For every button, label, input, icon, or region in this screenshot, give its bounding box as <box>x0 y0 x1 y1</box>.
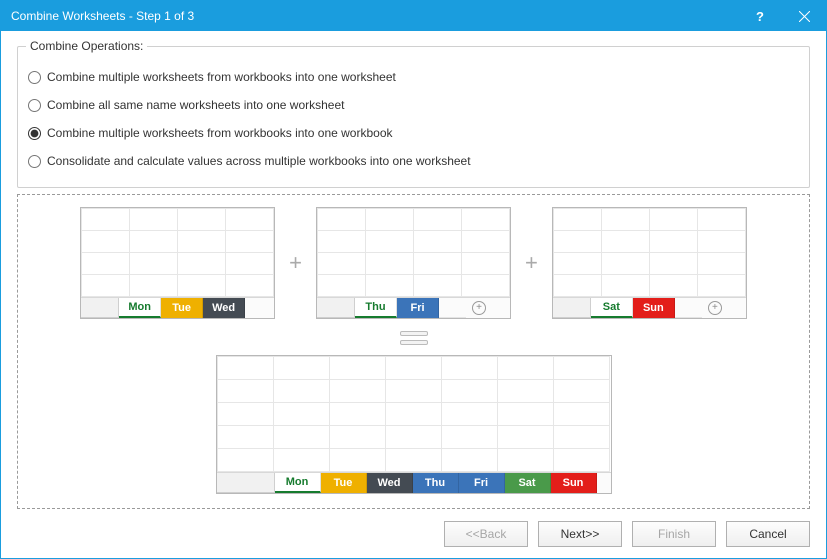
result-tab-mon: Mon <box>275 473 321 493</box>
sheet1-tab-mon: Mon <box>119 298 161 318</box>
close-icon <box>799 11 810 22</box>
radio-label: Combine all same name worksheets into on… <box>47 98 344 112</box>
radio-label: Consolidate and calculate values across … <box>47 154 471 168</box>
add-sheet-icon: + <box>466 298 492 318</box>
radio-option-same-name[interactable]: Combine all same name worksheets into on… <box>26 91 801 119</box>
add-sheet-icon: + <box>702 298 728 318</box>
radio-option-one-workbook[interactable]: Combine multiple worksheets from workboo… <box>26 119 801 147</box>
mini-grid <box>81 208 274 298</box>
sheet2-tabs: Thu Fri + <box>317 298 510 318</box>
radio-input-one-workbook[interactable] <box>28 127 41 140</box>
sheet1-tab-tue: Tue <box>161 298 203 318</box>
diagram-area: Mon Tue Wed + Thu Fri + <box>17 194 810 509</box>
tab-selector-blank <box>317 298 355 318</box>
sheet3-tab-sat: Sat <box>591 298 633 318</box>
diagram-sheet-1: Mon Tue Wed <box>80 207 275 319</box>
tabs-fill <box>675 298 702 318</box>
result-tab-fri: Fri <box>459 473 505 493</box>
result-tab-thu: Thu <box>413 473 459 493</box>
radio-label: Combine multiple worksheets from workboo… <box>47 70 396 84</box>
radio-option-one-worksheet[interactable]: Combine multiple worksheets from workboo… <box>26 63 801 91</box>
tabs-spacer <box>492 298 510 318</box>
titlebar: Combine Worksheets - Step 1 of 3 ? <box>1 1 826 31</box>
dialog-body: Combine Operations: Combine multiple wor… <box>1 31 826 558</box>
tab-selector-blank <box>553 298 591 318</box>
mini-grid <box>217 356 611 473</box>
tabs-fill <box>439 298 466 318</box>
titlebar-help-button[interactable]: ? <box>738 1 782 31</box>
result-tabs: Mon Tue Wed Thu Fri Sat Sun <box>217 473 611 493</box>
tab-selector-blank <box>217 473 275 493</box>
plus-icon: + <box>289 252 302 274</box>
footer-buttons: <<Back Next>> Finish Cancel <box>17 509 810 547</box>
titlebar-close-button[interactable] <box>782 1 826 31</box>
sheet2-tab-thu: Thu <box>355 298 397 318</box>
diagram-top-row: Mon Tue Wed + Thu Fri + <box>80 207 747 319</box>
result-tab-sun: Sun <box>551 473 597 493</box>
sheet1-tabs: Mon Tue Wed <box>81 298 274 318</box>
result-tab-tue: Tue <box>321 473 367 493</box>
mini-grid <box>317 208 510 298</box>
result-tab-sat: Sat <box>505 473 551 493</box>
sheet2-tab-fri: Fri <box>397 298 439 318</box>
sheet3-tabs: Sat Sun + <box>553 298 746 318</box>
cancel-button[interactable]: Cancel <box>726 521 810 547</box>
diagram-result-sheet: Mon Tue Wed Thu Fri Sat Sun <box>216 355 612 494</box>
radio-input-same-name[interactable] <box>28 99 41 112</box>
equals-icon <box>400 331 428 345</box>
tabs-spacer <box>597 473 611 493</box>
tabs-spacer <box>728 298 746 318</box>
diagram-sheet-3: Sat Sun + <box>552 207 747 319</box>
radio-input-consolidate[interactable] <box>28 155 41 168</box>
result-tab-wed: Wed <box>367 473 413 493</box>
plus-icon: + <box>525 252 538 274</box>
radio-label: Combine multiple worksheets from workboo… <box>47 126 393 140</box>
sheet1-tab-wed: Wed <box>203 298 245 318</box>
mini-grid <box>553 208 746 298</box>
tab-selector-blank <box>81 298 119 318</box>
next-button[interactable]: Next>> <box>538 521 622 547</box>
radio-input-one-worksheet[interactable] <box>28 71 41 84</box>
combine-operations-group: Combine Operations: Combine multiple wor… <box>17 39 810 188</box>
diagram-sheet-2: Thu Fri + <box>316 207 511 319</box>
combine-operations-legend: Combine Operations: <box>26 39 147 53</box>
finish-button[interactable]: Finish <box>632 521 716 547</box>
titlebar-title: Combine Worksheets - Step 1 of 3 <box>11 9 738 23</box>
back-button[interactable]: <<Back <box>444 521 528 547</box>
sheet3-tab-sun: Sun <box>633 298 675 318</box>
radio-option-consolidate[interactable]: Consolidate and calculate values across … <box>26 147 801 175</box>
